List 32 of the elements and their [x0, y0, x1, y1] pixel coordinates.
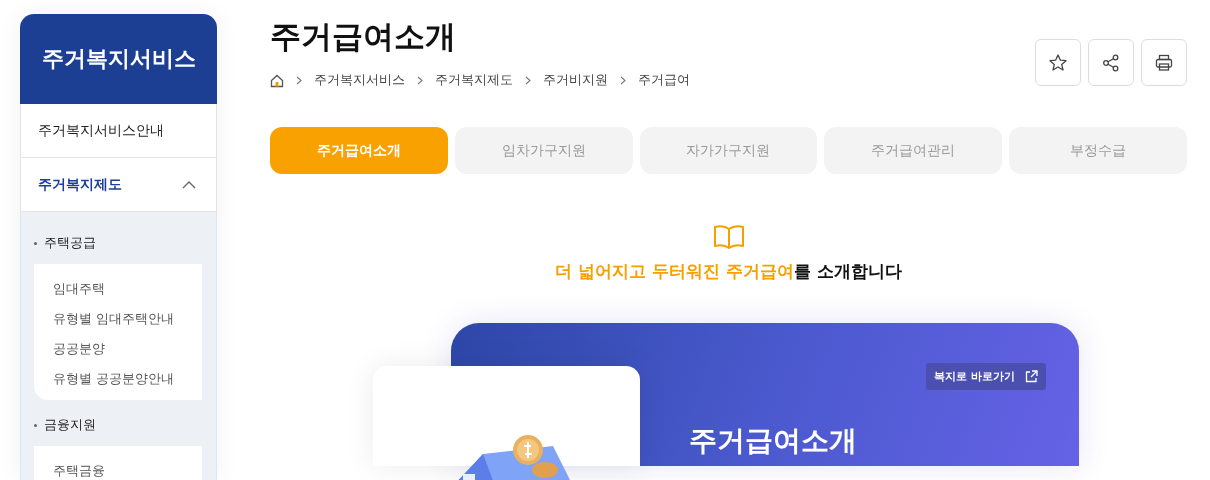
favorite-button[interactable] [1035, 39, 1081, 86]
page-title: 주거급여소개 [270, 17, 457, 56]
sidebar-item[interactable]: 주거복지제도 [20, 158, 217, 212]
print-button[interactable] [1141, 39, 1187, 86]
chevron-right-icon [296, 76, 302, 85]
banner-title: 주거급여소개 [689, 423, 857, 459]
breadcrumb-link[interactable]: 주거급여 [638, 72, 690, 89]
breadcrumb-link[interactable]: 주거복지제도 [435, 72, 513, 89]
sidebar-title: 주거복지서비스 [41, 45, 196, 73]
external-link-button[interactable]: 복지로 바로가기 [926, 363, 1046, 390]
chevron-right-icon [620, 76, 626, 85]
intro-heading: 더 넓어지고 두터워진 주거급여를 소개합니다 [555, 260, 902, 283]
submenu-link[interactable]: 유형별 공공분양안내 [53, 364, 202, 394]
chevron-right-icon [417, 76, 423, 85]
share-button[interactable] [1088, 39, 1134, 86]
submenu-link[interactable]: 주택금융 [53, 456, 202, 480]
book-icon [712, 224, 745, 250]
submenu-group-label[interactable]: 주택공급 [34, 224, 202, 264]
submenu-group-label[interactable]: 금융지원 [34, 406, 202, 446]
submenu-link[interactable]: 유형별 임대주택안내 [53, 304, 202, 334]
home-icon[interactable] [270, 73, 284, 88]
submenu-link[interactable]: 임대주택 [53, 274, 202, 304]
chevron-up-icon [182, 180, 196, 189]
submenu-link[interactable]: 공공분양 [53, 334, 202, 364]
print-icon [1154, 52, 1174, 73]
sidebar-item[interactable]: 주거복지서비스안내 [20, 104, 217, 158]
breadcrumb-link[interactable]: 주거비지원 [543, 72, 608, 89]
breadcrumb-link[interactable]: 주거복지서비스 [314, 72, 405, 89]
chevron-right-icon [525, 76, 531, 85]
external-link-icon [1025, 370, 1038, 383]
star-icon [1048, 52, 1068, 73]
share-icon [1101, 52, 1121, 73]
